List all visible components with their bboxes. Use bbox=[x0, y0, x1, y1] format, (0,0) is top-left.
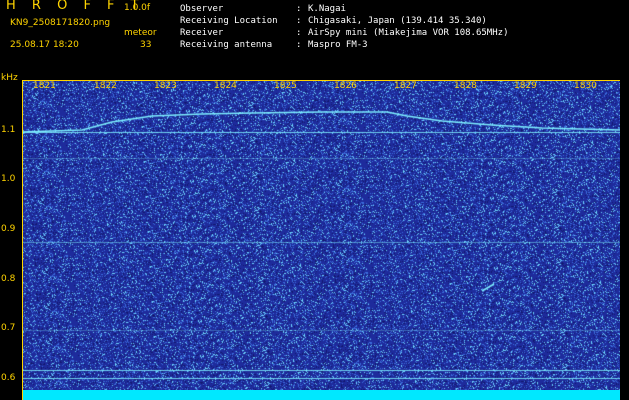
y-unit-label: kHz bbox=[1, 73, 18, 83]
version-label: 1.0.0f bbox=[124, 3, 151, 13]
bottom-level-bar bbox=[22, 390, 620, 400]
meteor-count: 33 bbox=[140, 40, 152, 50]
y-tick-label: 1.1 bbox=[1, 125, 16, 135]
antenna-label: Receiving antenna bbox=[180, 40, 273, 50]
receiver-value: AirSpy mini (Miakejima VOR 108.65MHz) bbox=[308, 28, 509, 38]
location-label: Receiving Location bbox=[180, 16, 278, 26]
x-tick-label: 1829 bbox=[514, 81, 537, 91]
receiver-label: Receiver bbox=[180, 28, 224, 38]
x-tick-label: 1826 bbox=[334, 81, 357, 91]
x-tick-label: 1821 bbox=[33, 81, 56, 91]
location-value: Chigasaki, Japan (139.414 35.340) bbox=[308, 16, 487, 26]
meteor-label: meteor bbox=[124, 28, 157, 38]
x-tick-label: 1827 bbox=[394, 81, 417, 91]
x-tick-label: 1822 bbox=[94, 81, 117, 91]
x-tick-label: 1823 bbox=[154, 81, 177, 91]
y-tick-label: 0.9 bbox=[1, 224, 16, 234]
separator: : bbox=[296, 4, 302, 14]
observer-value: K.Nagai bbox=[308, 4, 346, 14]
separator: : bbox=[296, 28, 302, 38]
antenna-value: Maspro FM-3 bbox=[308, 40, 368, 50]
spectrogram-plot bbox=[22, 80, 620, 400]
y-tick-label: 0.7 bbox=[1, 323, 16, 333]
filename-label: KN9_2508171820.png bbox=[10, 18, 111, 28]
observer-label: Observer bbox=[180, 4, 224, 14]
x-tick-label: 1828 bbox=[454, 81, 477, 91]
x-tick-label: 1825 bbox=[274, 81, 297, 91]
y-tick-label: 1.0 bbox=[1, 174, 16, 184]
x-tick-label: 1830 bbox=[574, 81, 597, 91]
separator: : bbox=[296, 16, 302, 26]
x-tick-label: 1824 bbox=[214, 81, 237, 91]
datetime-label: 25.08.17 18:20 bbox=[10, 40, 79, 50]
y-tick-label: 0.6 bbox=[1, 373, 16, 383]
y-tick-label: 0.8 bbox=[1, 274, 16, 284]
separator: : bbox=[296, 40, 302, 50]
spectrogram-canvas bbox=[22, 80, 620, 400]
